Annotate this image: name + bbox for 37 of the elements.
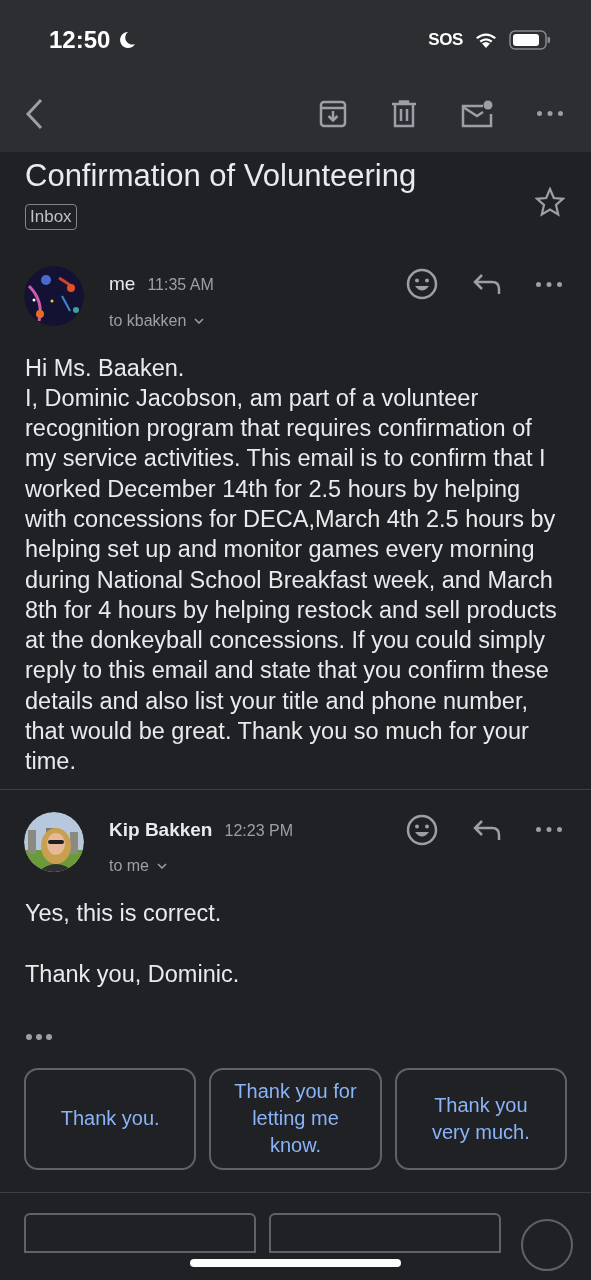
message-time: 12:23 PM [224,820,293,841]
recipient-dropdown[interactable]: to me [109,854,293,879]
message-text: Yes, this is correct. [25,899,223,929]
subject-title: Confirmation of Volunteering [25,157,417,195]
forward-button[interactable] [269,1212,501,1253]
mark-unread-icon[interactable] [461,99,493,128]
smart-reply-chip[interactable]: Thank you. [24,1067,197,1170]
smart-reply-chip[interactable]: Thank you for letting me know. [209,1067,382,1170]
chevron-down-icon [157,863,167,870]
clock: 12:50 [49,24,111,55]
inbox-label: Inbox [25,204,77,230]
archive-icon[interactable] [319,99,347,128]
emoji-icon[interactable] [406,813,438,846]
show-trimmed-icon[interactable] [26,1033,52,1040]
chevron-down-icon [194,317,205,324]
trash-icon[interactable] [391,99,417,128]
reply-icon[interactable] [472,817,502,842]
emoji-icon[interactable] [406,268,438,300]
sender-name: me [109,272,136,296]
message-text: Hi Ms. Baaken. [25,353,186,383]
sender-name: Kip Bakken [109,817,213,842]
message-time: 11:35 AM [147,275,214,295]
reaction-button[interactable] [521,1218,573,1271]
wifi-icon [475,31,497,48]
recipient-dropdown[interactable]: to kbakken [109,308,214,333]
message-text: I, Dominic Jacobson, am part of a volunteer recognition program that requires confirmation of my service activities. This email is to confirm that I worked December 14th for 2.5 hours by helping with concessions for DECA,March 4th 2.5 hours by helping set up and monitor games every morning during National School Breakfast week, and March 8th for 4 hours by helping restock and sell products at the donkeyball concessions. If you could simply reply to this email and state that you confirm these details and also list your title and phone number, that would be great. Thank you so much for your time. [25,383,558,777]
more-icon[interactable] [536,281,562,287]
more-icon[interactable] [536,827,562,833]
reply-icon[interactable] [472,272,502,296]
sos-indicator: SOS [428,28,463,51]
star-icon[interactable] [535,187,565,217]
back-button[interactable] [24,97,44,130]
more-icon[interactable] [537,111,563,116]
battery-icon [509,29,551,50]
message-text: Thank you, Dominic. [25,960,241,990]
smart-reply-chip[interactable]: Thank you very much. [394,1067,567,1170]
reply-button[interactable] [24,1212,256,1253]
